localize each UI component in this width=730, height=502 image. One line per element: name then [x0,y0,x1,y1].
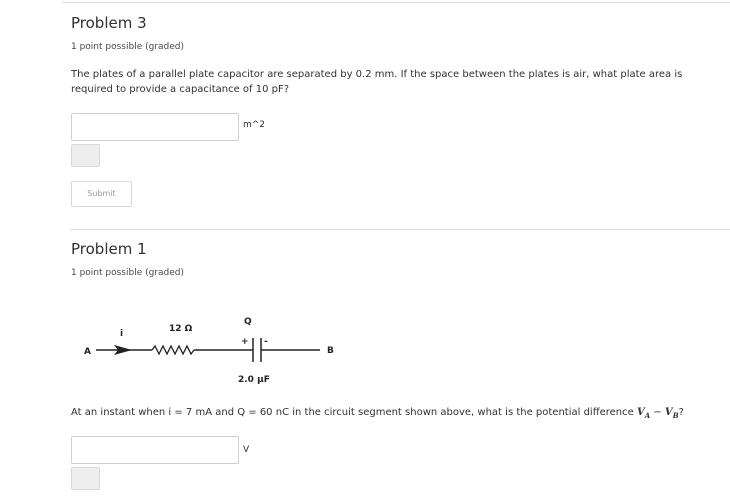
node-a-label: A [84,347,91,357]
problem-1-question: At an instant when i = 7 mA and Q = 60 n… [71,405,726,423]
problem-3-question-line1: The plates of a parallel plate capacitor… [71,69,683,80]
question-mark: ? [678,407,684,418]
submit-button[interactable]: Submit [71,181,132,207]
circuit-diagram: A i 12 Ω + - Q B 2.0 μF [84,317,334,385]
problem-1-title: Problem 1 [71,240,147,258]
vb-symbol: V [664,407,673,418]
section-divider [70,229,730,230]
capacitor-label: 2.0 μF [238,375,270,385]
capacitor-plus: + [241,337,249,347]
minus-sign: − [650,407,665,418]
problem-3-answer-input[interactable] [71,113,239,141]
problem-3-status-box [71,144,100,167]
problem-1-question-text: At an instant when i = 7 mA and Q = 60 n… [71,407,637,418]
charge-label: Q [244,317,252,327]
capacitor-minus: - [264,337,268,347]
problem-3-meta: 1 point possible (graded) [71,42,185,52]
problem-1-status-box [71,467,100,490]
problem-3-title: Problem 3 [71,14,147,32]
problem-3-unit: m^2 [243,120,266,130]
resistor-label: 12 Ω [169,324,193,334]
current-label: i [120,329,123,339]
top-divider [62,2,730,3]
problem-1-unit: V [243,445,250,455]
problem-3-question: The plates of a parallel plate capacitor… [71,67,726,97]
problem-3-question-line2: required to provide a capacitance of 10 … [71,84,290,95]
resistor-icon [151,344,195,356]
problem-1-answer-input[interactable] [71,436,239,464]
va-symbol: V [636,407,645,418]
problem-1-meta: 1 point possible (graded) [71,268,185,278]
node-b-label: B [327,346,334,356]
